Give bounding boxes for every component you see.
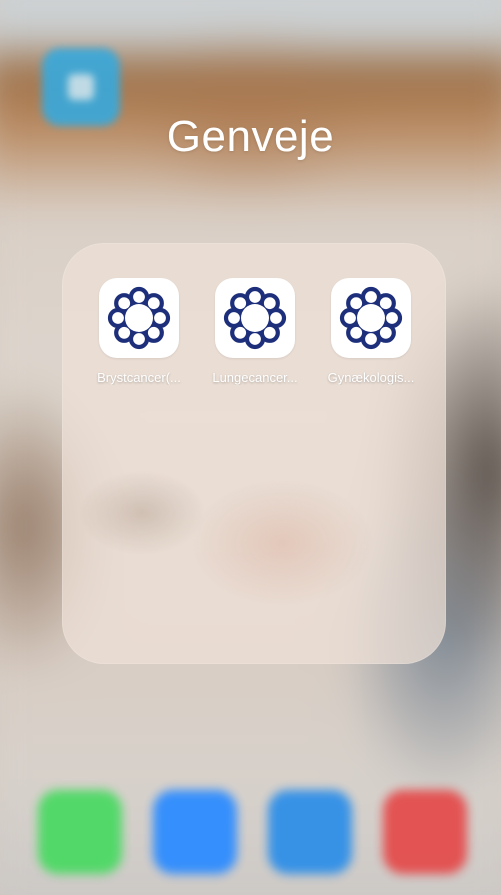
app-gynaekologisk[interactable]: Gynækologis... — [313, 278, 429, 385]
phone-icon — [38, 790, 122, 874]
rosette-logo-icon[interactable] — [215, 278, 295, 358]
app-brystcancer[interactable]: Brystcancer(... — [81, 278, 197, 385]
folder-title[interactable]: Genveje — [0, 112, 501, 162]
home-screen: Genveje Brystcancer(... Lungecancer... G… — [0, 0, 501, 895]
rosette-logo-icon[interactable] — [331, 278, 411, 358]
zoom-video-icon — [153, 790, 237, 874]
app-label: Brystcancer(... — [97, 370, 181, 385]
app-lungecancer[interactable]: Lungecancer... — [197, 278, 313, 385]
dock — [0, 780, 501, 895]
rosette-logo-icon[interactable] — [99, 278, 179, 358]
folder-panel: Brystcancer(... Lungecancer... Gynækolog… — [62, 243, 446, 664]
todoist-icon — [383, 790, 467, 874]
app-label: Gynækologis... — [327, 370, 415, 385]
app-label: Lungecancer... — [212, 370, 298, 385]
safari-icon — [268, 790, 352, 874]
